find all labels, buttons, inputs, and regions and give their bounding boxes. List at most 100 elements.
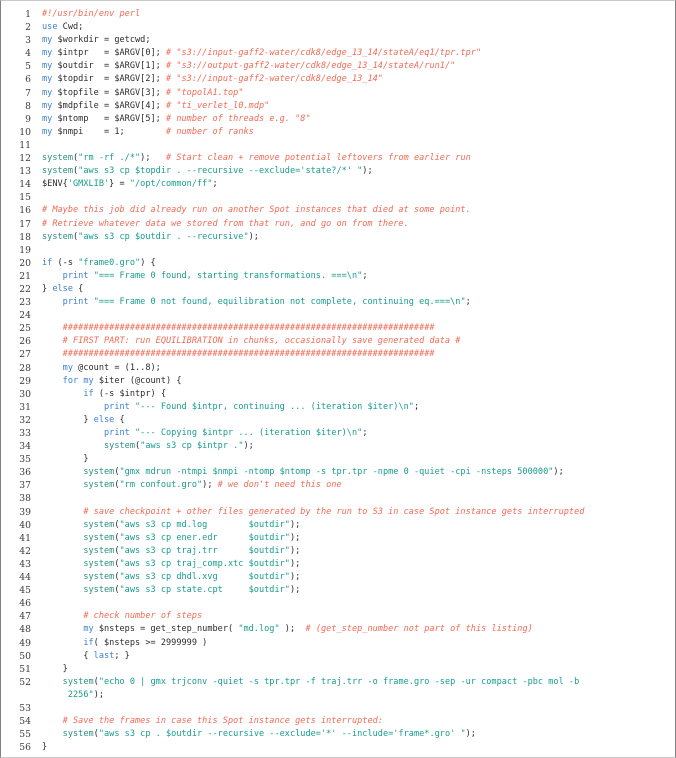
token-plain: ); — [202, 480, 218, 491]
token-cmt: # "s3://input-gaff2-water/cdk8/edge_13_1… — [166, 48, 482, 59]
token-str: "aws s3 cp ener.edr $outdir" — [119, 532, 290, 543]
code-line: 52 system("echo 0 | gmx trjconv -quiet -… — [1, 676, 675, 689]
code-text: system("aws s3 cp $topdir . --recursive … — [31, 165, 675, 178]
token-cmt: ########################################… — [62, 349, 435, 360]
token-str: "md.log" — [238, 624, 280, 635]
code-line: 27 #####################################… — [1, 348, 675, 361]
code-text: my $topdir = $ARGV[2]; # "s3://input-gaf… — [31, 73, 675, 86]
token-plain: $ENV{ — [42, 179, 68, 190]
token-plain: } — [42, 742, 48, 753]
token-plain: ); — [289, 545, 301, 556]
token-kw: my — [42, 100, 53, 111]
token-kw: my — [42, 61, 53, 72]
code-text: my @count = (1..8); — [31, 362, 675, 375]
code-text: system("echo 0 | gmx trjconv -quiet -s t… — [31, 676, 675, 689]
line-number: 24 — [19, 310, 31, 322]
line-number: 19 — [19, 244, 31, 256]
code-line: 6 my $topdir = $ARGV[2]; # "s3://input-ga… — [1, 73, 675, 86]
code-text: my $mdpfile = $ARGV[4]; # "ti_verlet_l0.… — [31, 100, 675, 113]
line-number: 13 — [19, 166, 31, 178]
code-line: 30 if (-s $intpr) { — [1, 388, 675, 401]
code-text: # check number of steps — [31, 610, 675, 623]
token-str: "--- Found $intpr, continuing ... (itera… — [135, 401, 414, 412]
code-line: 12 system("rm -rf ./*"); # Start clean + … — [1, 152, 675, 165]
token-plain: ); — [553, 467, 564, 478]
token-fn: system — [83, 585, 115, 596]
code-text: if (-s "frame0.gro") { — [31, 257, 675, 270]
line-number: 53 — [19, 702, 31, 714]
code-line: 16 # Maybe this job did already run on an… — [1, 204, 675, 217]
code-line: 48 my $nsteps = get_step_number( "md.log… — [1, 623, 675, 636]
code-line: 7 my $topfile = $ARGV[3]; # "topolA1.top" — [1, 87, 675, 100]
token-plain: ) { — [140, 257, 156, 268]
line-number: 30 — [19, 388, 31, 400]
line-number: 42 — [19, 545, 31, 557]
line-number: 41 — [19, 532, 31, 544]
code-line: 26 # FIRST PART: run EQUILIBRATION in ch… — [1, 335, 675, 348]
code-text: system("aws s3 cp ener.edr $outdir"); — [31, 532, 675, 545]
token-cmt: ########################################… — [62, 323, 435, 334]
code-line: 8 my $mdpfile = $ARGV[4]; # "ti_verlet_l0… — [1, 100, 675, 113]
token-cmt: #!/usr/bin/env perl — [42, 9, 141, 19]
code-line: 20 if (-s "frame0.gro") { — [1, 257, 675, 270]
code-line: 54 # Save the frames in case this Spot i… — [1, 715, 675, 728]
token-plain: ; — [362, 428, 368, 438]
token-str: "rm -rf ./*" — [78, 153, 141, 164]
code-line: 35 } — [1, 453, 675, 466]
token-plain: } — [42, 454, 89, 465]
token-kw: my — [62, 362, 74, 373]
token-plain: Cwd; — [57, 22, 84, 33]
line-number: 4 — [25, 48, 31, 60]
code-line: 11 — [1, 139, 675, 152]
line-number: 37 — [19, 480, 31, 492]
line-number: 29 — [19, 375, 31, 387]
code-line: 39 # save checkpoint + other files gener… — [1, 506, 675, 519]
code-line: 23 print "=== Frame 0 not found, equilib… — [1, 296, 675, 309]
token-fn: system — [83, 519, 115, 530]
code-text: } else { — [31, 283, 675, 296]
token-cmt: # "topolA1.top" — [166, 87, 244, 98]
code-line: 50 { last; } — [1, 650, 675, 663]
token-cmt: # save checkpoint + other files generate… — [83, 506, 585, 517]
line-number: 51 — [19, 663, 31, 675]
line-number: 6 — [25, 74, 31, 86]
code-line: 43 system("aws s3 cp traj_comp.xtc $outd… — [1, 558, 675, 571]
code-text: my $workdir = getcwd; — [31, 34, 675, 47]
token-kw: my — [42, 126, 53, 137]
line-number: 56 — [19, 742, 31, 754]
line-number: 52 — [19, 676, 31, 688]
token-cmt: # check number of steps — [83, 611, 203, 622]
line-number: 5 — [25, 61, 31, 73]
code-text: $ENV{'GMXLIB'} = "/opt/common/ff"; — [31, 178, 675, 191]
code-text: print "--- Found $intpr, continuing ... … — [31, 401, 675, 414]
code-text: for my $iter (@count) { — [31, 375, 675, 388]
code-line: 24 — [1, 309, 675, 322]
token-plain: } = — [109, 179, 130, 190]
code-line: 41 system("aws s3 cp ener.edr $outdir"); — [1, 532, 675, 545]
code-text: ########################################… — [31, 322, 675, 335]
line-number: 38 — [19, 493, 31, 505]
token-kw: print — [62, 297, 89, 308]
code-line: 2 use Cwd; — [1, 21, 675, 34]
line-number: 48 — [19, 624, 31, 636]
code-text: system("rm confout.gro"); # we don't nee… — [31, 479, 675, 492]
code-line: 13 system("aws s3 cp $topdir . --recursiv… — [1, 165, 675, 178]
token-str: "/opt/common/ff" — [129, 179, 213, 190]
token-cmt: # we don't need this one — [217, 480, 342, 491]
token-str: "aws s3 cp dhdl.xvg $outdir" — [119, 572, 290, 583]
code-line: 31 print "--- Found $intpr, continuing .… — [1, 401, 675, 414]
code-text: system("aws s3 cp traj_comp.xtc $outdir"… — [31, 558, 675, 571]
token-plain: $topfile = $ARGV[3]; — [52, 87, 166, 98]
token-cmt: # FIRST PART: run EQUILIBRATION in chunk… — [62, 336, 461, 347]
token-plain: } — [42, 283, 53, 294]
token-plain: } — [42, 663, 68, 674]
token-fn: system — [62, 729, 94, 740]
